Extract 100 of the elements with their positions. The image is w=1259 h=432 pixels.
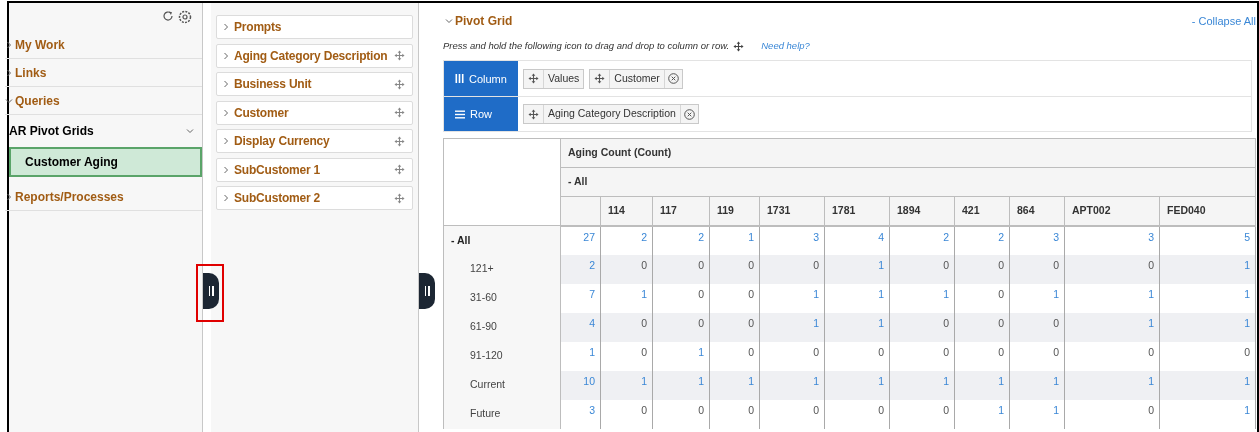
table-cell[interactable]: 2 [652, 225, 710, 255]
table-cell[interactable]: 1 [709, 225, 760, 255]
table-cell[interactable]: 1 [600, 283, 653, 313]
collapse-handle[interactable] [419, 273, 435, 309]
drop-zone-label: Column [444, 61, 518, 97]
table-cell[interactable]: 1 [1009, 399, 1065, 429]
nav-section[interactable]: Links [15, 63, 47, 82]
nav-section[interactable]: Queries [15, 91, 60, 110]
table-cell: 0 [824, 399, 890, 429]
row-header: Current [443, 370, 561, 400]
table-cell[interactable]: 27 [560, 225, 601, 255]
table-cell[interactable]: 1 [954, 399, 1010, 429]
table-cell[interactable]: 1 [1159, 399, 1256, 429]
field-card[interactable]: Aging Category Description [216, 43, 413, 68]
table-cell[interactable]: 1 [759, 283, 825, 313]
move-icon[interactable] [528, 108, 539, 120]
table-cell[interactable]: 1 [1064, 312, 1160, 342]
row-header: 121+ [443, 254, 561, 284]
collapse-all-link[interactable]: - Collapse All [1191, 12, 1256, 30]
row-header: 91-120 [443, 341, 561, 371]
table-cell[interactable]: 2 [954, 225, 1010, 255]
table-cell[interactable]: 1 [652, 370, 710, 400]
table-cell: 0 [759, 254, 825, 284]
table-cell[interactable]: 1 [1009, 370, 1065, 400]
table-cell[interactable]: 1 [759, 370, 825, 400]
field-chip[interactable]: Customer [589, 68, 683, 89]
table-cell[interactable]: 2 [600, 225, 653, 255]
table-cell: 0 [652, 399, 710, 429]
column-total-header[interactable]: - All [560, 167, 1256, 197]
nav-item[interactable]: Customer Aging [9, 147, 202, 177]
table-cell: 0 [600, 399, 653, 429]
field-card[interactable]: Display Currency [216, 129, 413, 153]
row-header: 61-90 [443, 312, 561, 342]
field-card[interactable]: SubCustomer 1 [216, 157, 413, 182]
table-cell: 0 [709, 312, 760, 342]
field-chip[interactable]: Aging Category Description [523, 104, 699, 125]
table-cell[interactable]: 2 [560, 254, 601, 284]
table-cell[interactable]: 1 [824, 254, 890, 284]
table-cell: 0 [1064, 399, 1160, 429]
table-cell[interactable]: 3 [560, 399, 601, 429]
table-cell: 0 [1009, 312, 1065, 342]
table-cell[interactable]: 1 [1064, 283, 1160, 313]
table-cell: 0 [709, 341, 760, 371]
table-cell[interactable]: 3 [759, 225, 825, 255]
remove-icon[interactable] [667, 73, 679, 85]
table-cell: 0 [1009, 341, 1065, 371]
table-cell: 0 [954, 312, 1010, 342]
move-icon[interactable] [528, 73, 539, 85]
table-cell[interactable]: 1 [1064, 370, 1160, 400]
table-cell[interactable]: 1 [889, 370, 955, 400]
table-cell[interactable]: 3 [1064, 225, 1160, 255]
table-cell: 0 [759, 399, 825, 429]
table-cell[interactable]: 2 [889, 225, 955, 255]
column-header: APT002 [1064, 196, 1160, 226]
field-card[interactable]: Prompts [216, 15, 413, 39]
move-icon[interactable] [594, 73, 606, 85]
help-link[interactable]: Need help? [761, 39, 810, 54]
table-cell[interactable]: 4 [560, 312, 601, 342]
table-cell[interactable]: 1 [759, 312, 825, 342]
drop-zone-label: Row [444, 97, 518, 132]
column-header: 1894 [889, 196, 955, 226]
row-header[interactable]: - All [443, 225, 561, 255]
table-cell[interactable]: 3 [1009, 225, 1065, 255]
field-card[interactable]: Customer [216, 100, 413, 125]
remove-icon[interactable] [683, 108, 695, 120]
table-cell[interactable]: 4 [824, 225, 890, 255]
table-cell[interactable]: 1 [824, 312, 890, 342]
row-header: Future [443, 399, 561, 429]
table-cell[interactable]: 1 [600, 370, 653, 400]
table-cell[interactable]: 5 [1159, 225, 1256, 255]
table-cell[interactable]: 1 [1159, 312, 1256, 342]
refresh-icon[interactable] [162, 10, 174, 22]
table-cell[interactable]: 1 [560, 341, 601, 371]
field-card[interactable]: Business Unit [216, 72, 413, 96]
collapse-handle[interactable] [203, 273, 219, 309]
table-cell[interactable]: 10 [560, 370, 601, 400]
table-cell[interactable]: 1 [709, 370, 760, 400]
settings-icon[interactable] [178, 10, 192, 24]
table-cell[interactable]: 1 [889, 283, 955, 313]
section-title[interactable]: Pivot Grid [455, 12, 513, 30]
field-chip[interactable]: Values [523, 68, 585, 89]
move-icon[interactable] [733, 40, 745, 52]
rows-icon [455, 109, 465, 119]
table-cell: 0 [759, 341, 825, 371]
table-cell: 0 [1064, 341, 1160, 371]
nav-section[interactable]: My Work [15, 35, 65, 54]
field-card[interactable]: SubCustomer 2 [216, 186, 413, 210]
table-cell[interactable]: 1 [1159, 254, 1256, 284]
measure-header: Aging Count (Count) [560, 138, 1256, 168]
nav-group[interactable]: AR Pivot Grids [9, 122, 94, 140]
table-cell[interactable]: 1 [1009, 283, 1065, 313]
table-cell[interactable]: 1 [824, 370, 890, 400]
table-cell[interactable]: 1 [1159, 370, 1256, 400]
table-cell[interactable]: 1 [824, 283, 890, 313]
nav-section[interactable]: Reports/Processes [15, 187, 124, 206]
table-cell[interactable]: 1 [954, 370, 1010, 400]
table-cell: 0 [600, 312, 653, 342]
table-cell[interactable]: 1 [652, 341, 710, 371]
table-cell[interactable]: 1 [1159, 283, 1256, 313]
table-cell[interactable]: 7 [560, 283, 601, 313]
